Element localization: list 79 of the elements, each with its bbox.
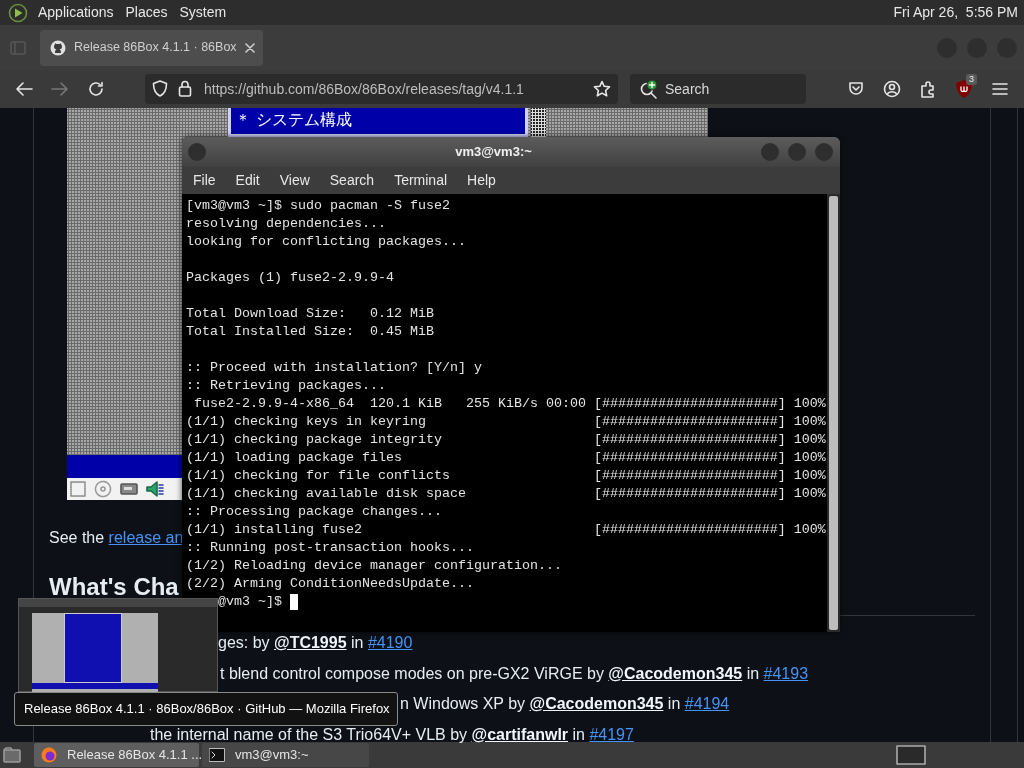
terminal-line: :: Running post-transaction hooks... [186, 539, 474, 557]
change-item: ges: by @TC1995 in #4190 [218, 633, 413, 653]
lock-icon [178, 80, 192, 97]
github-icon [50, 39, 66, 56]
terminal-line: (1/1) loading package files [######################] 100% [186, 449, 826, 467]
menu-item[interactable]: Terminal [384, 170, 458, 191]
scrollbar[interactable] [827, 194, 840, 632]
desktop-icon[interactable] [3, 747, 21, 763]
text-cursor [290, 594, 298, 610]
menu-item[interactable]: File [183, 170, 226, 191]
change-item: n Windows XP by @Cacodemon345 in #4194 [400, 694, 730, 714]
terminal-line: (1/1) checking for file conflicts [######################] 100% [186, 467, 826, 485]
terminal-line: (2/2) Arming ConditionNeedsUpdate... [186, 575, 474, 593]
menu-logo-icon [8, 2, 28, 23]
terminal-line: (1/1) checking keys in keyring [######################] 100% [186, 413, 826, 431]
panel-menu[interactable]: Applications [32, 2, 120, 23]
section-heading: What's Cha [49, 572, 179, 602]
firefox-icon [41, 747, 57, 763]
terminal-line: [vm3@vm3 ~]$ sudo pacman -S fuse2 [186, 197, 450, 215]
badge: 3 [966, 74, 977, 85]
terminal-line: Packages (1) fuse2-2.9.9-4 [186, 269, 394, 287]
account-icon [883, 80, 901, 98]
menu-item[interactable]: Help [457, 170, 506, 191]
terminal-line: Total Download Size: 0.12 MiB [186, 305, 434, 323]
terminal-line: (1/2) Reloading device manager configuration... [186, 557, 562, 575]
menu-item[interactable]: View [269, 170, 320, 191]
terminal-line: resolving dependencies... [186, 215, 386, 233]
back-icon [15, 81, 33, 97]
terminal-line: looking for conflicting packages... [186, 233, 466, 251]
tooltip: Release 86Box 4.1.1 · 86Box/86Box · GitHub — Mozilla Firefox [14, 692, 398, 726]
terminal-line: (1/1) checking available disk space [######################] 100% [186, 485, 826, 503]
browser-tab[interactable]: Release 86Box 4.1.1 · 86Box [40, 29, 263, 66]
adblock-button[interactable]: 3 [946, 74, 982, 104]
clock[interactable]: Fri Apr 26, 5:56 PM [893, 2, 1024, 23]
pocket-icon [848, 81, 864, 97]
user-link[interactable]: @Cacodemon345 [608, 664, 743, 682]
terminal-line: fuse2-2.9.9-4-x86_64 120.1 KiB 255 KiB/s 00:00 [######################] 100% [193, 395, 826, 413]
shield-icon [152, 80, 168, 97]
taskbar-button[interactable]: vm3@vm3:~ [202, 743, 369, 767]
release-link[interactable]: release an [108, 529, 184, 546]
grid-icon [70, 481, 86, 497]
search-field[interactable]: Search [630, 74, 806, 104]
user-link[interactable]: @Cacodemon345 [529, 695, 664, 712]
drive-icon [120, 482, 138, 496]
workspace-icon[interactable] [896, 745, 926, 765]
menu-icon [992, 82, 1008, 96]
panel-menu[interactable]: System [173, 2, 233, 23]
star-icon[interactable] [593, 80, 611, 98]
menu-item[interactable]: Edit [225, 170, 270, 191]
user-link[interactable]: @TC1995 [274, 634, 347, 651]
terminal-line: :: Processing package changes... [186, 503, 442, 521]
reload-icon [88, 81, 104, 97]
user-link[interactable]: @cartifanwlr [471, 725, 569, 743]
speaker-icon [146, 480, 164, 498]
forward-icon [51, 81, 69, 97]
issue-link[interactable]: #4197 [589, 725, 634, 743]
terminal-line: (1/1) installing fuse2 [######################] 100% [186, 521, 826, 539]
issue-link[interactable]: #4194 [684, 695, 730, 712]
close-icon[interactable] [244, 42, 255, 53]
terminal-prompt: @vm3 ~]$ [218, 593, 282, 611]
change-item: t blend control compose modes on pre-GX2 ViRGE by @Cacodemon345 in #4193 [220, 663, 809, 684]
issue-link[interactable]: #4190 [367, 634, 413, 651]
tab-title: Release 86Box 4.1.1 · 86Box [74, 39, 237, 57]
menu-item[interactable]: Search [319, 170, 385, 191]
intro-text: See the release an [49, 528, 184, 548]
issue-link[interactable]: #4193 [763, 664, 809, 682]
terminal-line: :: Proceed with installation? [Y/n] y [186, 359, 482, 377]
window-title: vm3@vm3:~ [454, 143, 533, 162]
terminal-line: :: Retrieving packages... [186, 377, 386, 395]
dotted-strip [531, 108, 546, 137]
terminal-line: (1/1) checking package integrity [######################] 100% [186, 431, 826, 449]
panel-menu[interactable]: Places [119, 2, 174, 23]
disc-icon [94, 480, 112, 498]
search-icon [639, 79, 659, 99]
terminal-icon [209, 748, 225, 762]
address-field[interactable]: https://github.com/86Box/86Box/releases/tag/v4.1.1 [145, 74, 618, 104]
puzzle-icon [919, 80, 937, 98]
taskbar-button[interactable]: Release 86Box 4.1.1 ... [34, 743, 199, 767]
terminal-line: Total Installed Size: 0.45 MiB [186, 323, 434, 341]
